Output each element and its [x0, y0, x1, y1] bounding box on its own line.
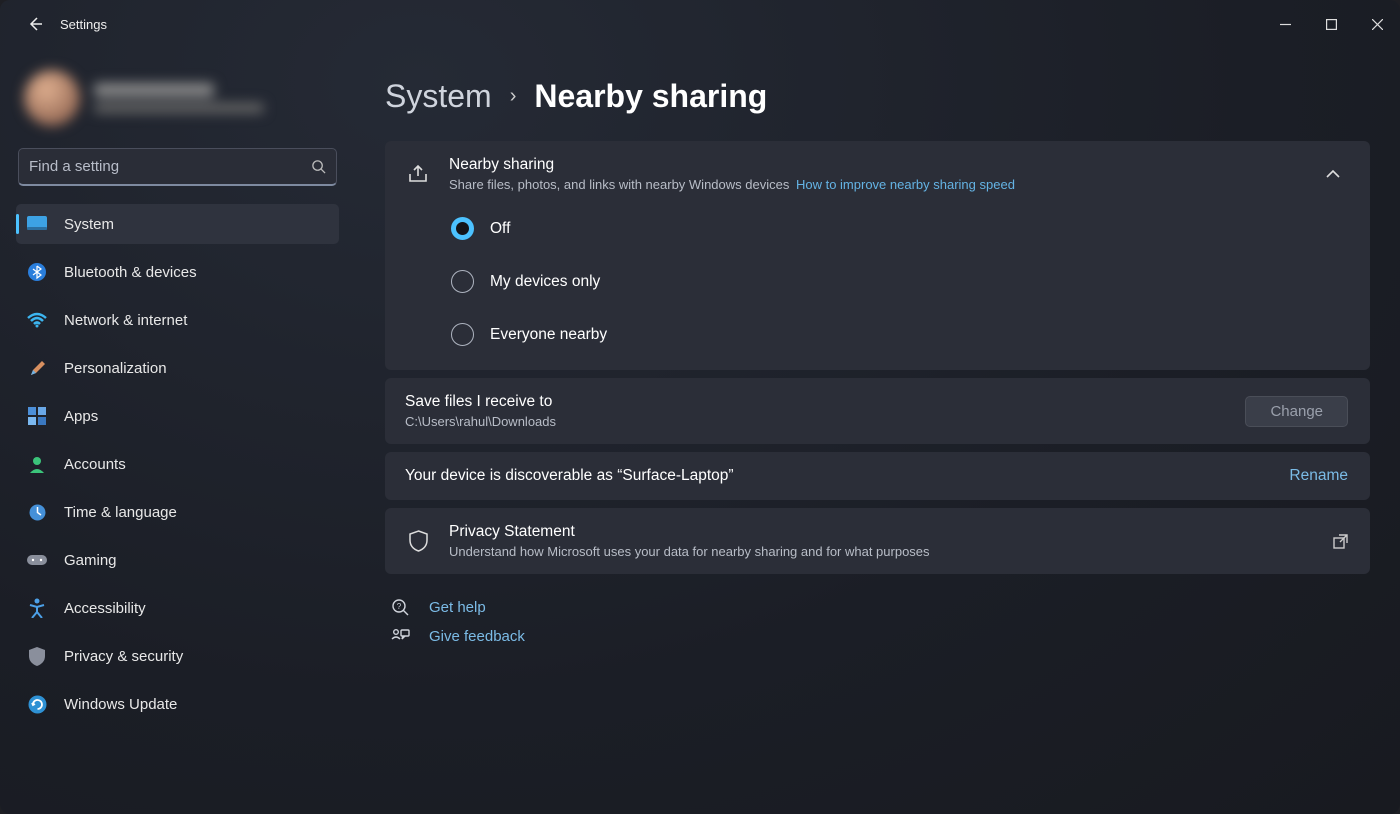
- paintbrush-icon: [26, 357, 48, 379]
- sidebar-item-network[interactable]: Network & internet: [16, 300, 339, 340]
- person-icon: [26, 453, 48, 475]
- sidebar-item-gaming[interactable]: Gaming: [16, 540, 339, 580]
- titlebar: Settings: [0, 0, 1400, 48]
- radio-indicator: [451, 323, 474, 346]
- radio-my-devices[interactable]: My devices only: [451, 270, 1350, 293]
- shield-outline-icon: [405, 530, 431, 552]
- radio-group: Off My devices only Everyone nearby: [385, 207, 1370, 370]
- shield-icon: [26, 645, 48, 667]
- settings-window: Settings: [0, 0, 1400, 814]
- radio-everyone[interactable]: Everyone nearby: [451, 323, 1350, 346]
- footer-links: ? Get help Give feedback: [385, 598, 1370, 645]
- avatar: [24, 70, 80, 126]
- display-icon: [26, 213, 48, 235]
- nearby-sharing-card: Nearby sharing Share files, photos, and …: [385, 141, 1370, 370]
- search-icon: [311, 159, 326, 174]
- help-link[interactable]: How to improve nearby sharing speed: [796, 177, 1015, 192]
- accessibility-icon: [26, 597, 48, 619]
- window-title: Settings: [60, 17, 107, 32]
- give-feedback-link[interactable]: Give feedback: [389, 628, 1370, 645]
- sidebar: System Bluetooth & devices Network & int…: [0, 48, 355, 814]
- back-button[interactable]: [20, 16, 50, 32]
- device-name-card: Your device is discoverable as “Surface-…: [385, 452, 1370, 500]
- wifi-icon: [26, 309, 48, 331]
- external-link-icon: [1333, 534, 1348, 549]
- sidebar-item-label: Gaming: [64, 552, 117, 569]
- radio-label: Off: [490, 220, 510, 238]
- device-discoverable-text: Your device is discoverable as “Surface-…: [405, 467, 1271, 485]
- bluetooth-icon: [26, 261, 48, 283]
- nearby-sharing-header[interactable]: Nearby sharing Share files, photos, and …: [385, 141, 1370, 207]
- sidebar-item-label: Accounts: [64, 456, 126, 473]
- nav: System Bluetooth & devices Network & int…: [10, 204, 345, 730]
- sidebar-item-accounts[interactable]: Accounts: [16, 444, 339, 484]
- svg-text:?: ?: [397, 602, 402, 611]
- sidebar-item-time-language[interactable]: Time & language: [16, 492, 339, 532]
- close-button[interactable]: [1354, 4, 1400, 44]
- change-button[interactable]: Change: [1245, 396, 1348, 427]
- share-icon: [405, 164, 431, 184]
- arrow-left-icon: [27, 16, 43, 32]
- sidebar-item-system[interactable]: System: [16, 204, 339, 244]
- save-location-card: Save files I receive to C:\Users\rahul\D…: [385, 378, 1370, 444]
- main-content: System › Nearby sharing Nearby sharing S…: [355, 48, 1400, 814]
- update-icon: [26, 693, 48, 715]
- card-subtitle: Share files, photos, and links with near…: [449, 177, 1300, 192]
- sidebar-item-label: Privacy & security: [64, 648, 183, 665]
- save-path: C:\Users\rahul\Downloads: [405, 414, 1227, 429]
- page-title: Nearby sharing: [534, 78, 767, 115]
- sidebar-item-label: Network & internet: [64, 312, 187, 329]
- sidebar-item-bluetooth[interactable]: Bluetooth & devices: [16, 252, 339, 292]
- sidebar-item-personalization[interactable]: Personalization: [16, 348, 339, 388]
- gamepad-icon: [26, 549, 48, 571]
- radio-label: My devices only: [490, 273, 600, 291]
- privacy-subtitle: Understand how Microsoft uses your data …: [449, 544, 1315, 559]
- clock-globe-icon: [26, 501, 48, 523]
- sidebar-item-label: Personalization: [64, 360, 167, 377]
- chevron-up-icon[interactable]: [1318, 169, 1348, 179]
- radio-off[interactable]: Off: [451, 217, 1350, 240]
- profile-block[interactable]: [16, 62, 339, 134]
- get-help-link[interactable]: ? Get help: [389, 598, 1370, 616]
- sidebar-item-label: System: [64, 216, 114, 233]
- sidebar-item-label: Apps: [64, 408, 98, 425]
- card-title: Nearby sharing: [449, 156, 1300, 174]
- minimize-icon: [1280, 19, 1291, 30]
- sidebar-item-apps[interactable]: Apps: [16, 396, 339, 436]
- privacy-statement-card[interactable]: Privacy Statement Understand how Microso…: [385, 508, 1370, 574]
- maximize-icon: [1326, 19, 1337, 30]
- search-input[interactable]: [29, 158, 311, 175]
- sidebar-item-label: Bluetooth & devices: [64, 264, 197, 281]
- sidebar-item-label: Time & language: [64, 504, 177, 521]
- privacy-title: Privacy Statement: [449, 523, 1315, 541]
- minimize-button[interactable]: [1262, 4, 1308, 44]
- close-icon: [1372, 19, 1383, 30]
- sidebar-item-privacy-security[interactable]: Privacy & security: [16, 636, 339, 676]
- breadcrumb: System › Nearby sharing: [385, 78, 1370, 115]
- sidebar-item-label: Accessibility: [64, 600, 146, 617]
- apps-icon: [26, 405, 48, 427]
- radio-indicator: [451, 217, 474, 240]
- radio-label: Everyone nearby: [490, 326, 607, 344]
- breadcrumb-parent[interactable]: System: [385, 78, 492, 115]
- search-input-wrapper[interactable]: [18, 148, 337, 186]
- sidebar-item-windows-update[interactable]: Windows Update: [16, 684, 339, 724]
- rename-link[interactable]: Rename: [1289, 467, 1348, 485]
- help-icon: ?: [389, 598, 411, 616]
- save-title: Save files I receive to: [405, 393, 1227, 411]
- feedback-icon: [389, 628, 411, 645]
- sidebar-item-accessibility[interactable]: Accessibility: [16, 588, 339, 628]
- radio-indicator: [451, 270, 474, 293]
- maximize-button[interactable]: [1308, 4, 1354, 44]
- sidebar-item-label: Windows Update: [64, 696, 177, 713]
- chevron-right-icon: ›: [510, 85, 517, 108]
